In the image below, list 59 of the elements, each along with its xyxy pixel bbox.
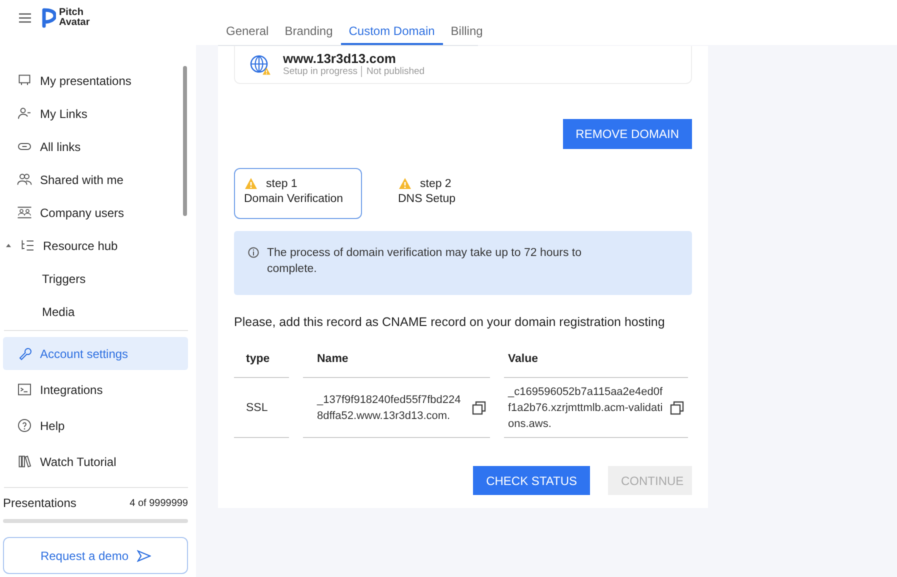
remove-domain-button[interactable]: REMOVE DOMAIN (562, 119, 692, 149)
nav-subitem[interactable]: Media (0, 295, 182, 328)
table-cell: SSL (234, 378, 289, 438)
warning-icon (398, 177, 412, 190)
nav-item[interactable]: Account settings (3, 337, 188, 370)
tab[interactable]: Billing (442, 22, 491, 45)
person-icon (17, 106, 32, 121)
logo-text: Pitch (59, 8, 84, 18)
step-title: Domain Verification (244, 193, 344, 205)
table-cell-text: _137f9f918240fed55f7fbd2248dffa52.www.13r3d13.com. (317, 392, 462, 424)
nav-item[interactable]: Integrations (3, 373, 188, 406)
column-header: type (234, 341, 289, 378)
column-header: Value (504, 341, 688, 378)
nav-item[interactable]: Company users (0, 196, 182, 229)
list-icon (20, 238, 35, 253)
nav-item[interactable]: All links (0, 130, 182, 163)
step-card[interactable]: step 2 DNS Setup (388, 168, 516, 219)
presentation-icon (17, 73, 32, 88)
caret-icon (6, 243, 11, 248)
nav-item[interactable]: Shared with me (0, 163, 182, 196)
usage-label: Presentations (3, 496, 76, 510)
team-icon (17, 205, 32, 220)
copy-icon[interactable] (472, 400, 486, 414)
action-button[interactable]: CHECK STATUS (473, 466, 590, 495)
nav-item[interactable]: Watch Tutorial (3, 445, 188, 478)
help-icon (17, 418, 32, 433)
scrollbar[interactable] (183, 66, 187, 216)
column-header: Name (303, 341, 490, 378)
nav-item[interactable]: Help (3, 409, 188, 442)
nav-subitem[interactable]: Triggers (0, 262, 182, 295)
usage-count: 4 of 9999999 (130, 498, 188, 508)
nav-item[interactable]: My Links (0, 97, 182, 130)
nav-item[interactable]: My presentations (0, 64, 182, 97)
tab[interactable]: General (218, 22, 277, 45)
terminal-icon (17, 382, 32, 397)
nav-item[interactable]: Resource hub (0, 229, 182, 262)
info-text: The process of domain verification may take up to 72 hours to complete. (267, 246, 582, 277)
menu-icon[interactable] (18, 12, 32, 24)
step-number: step 2 (420, 178, 452, 190)
step-title: DNS Setup (398, 193, 457, 205)
table-cell-text: _c169596052b7a115aa2e4ed0ff1a2b76.xzrjmttmlb.acm-validations.aws. (508, 384, 664, 432)
wrench-icon (17, 346, 32, 361)
tab[interactable]: Branding (276, 22, 341, 45)
request-demo-button[interactable]: Request a demo (3, 537, 188, 574)
globe-warning-icon (249, 54, 271, 76)
domain-status: Setup in progress (283, 66, 358, 77)
books-icon (17, 454, 32, 469)
publish-status: Not published (366, 66, 425, 77)
warning-icon (244, 177, 258, 190)
instruction-text: Please, add this record as CNAME record on your domain registration hosting (234, 315, 666, 329)
people-icon (17, 172, 32, 187)
info-icon (248, 247, 259, 258)
copy-icon[interactable] (670, 400, 684, 414)
logo-icon (42, 8, 56, 28)
step-number: step 1 (266, 178, 298, 190)
send-icon (136, 550, 151, 562)
logo-text: Avatar (59, 18, 90, 28)
step-card[interactable]: step 1 Domain Verification (234, 168, 362, 219)
domain-name: www.13r3d13.com (283, 52, 397, 66)
